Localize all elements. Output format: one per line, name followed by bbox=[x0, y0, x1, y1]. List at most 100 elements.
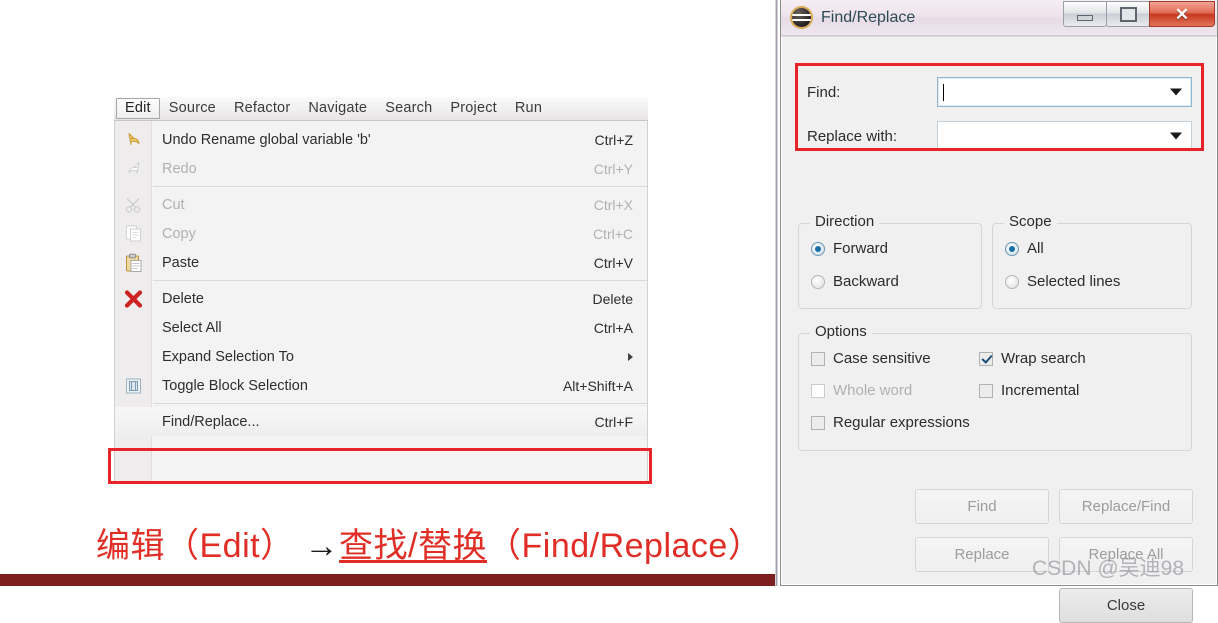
checkbox-case-sensitive-indicator bbox=[811, 351, 825, 366]
copy-pages-icon bbox=[121, 223, 146, 244]
checkbox-whole-word-indicator bbox=[811, 383, 825, 398]
eclipse-icon bbox=[792, 8, 811, 27]
menu-item-paste-label: Paste bbox=[162, 254, 200, 271]
menu-item-toggle-block-selection[interactable]: Toggle Block Selection Alt+Shift+A bbox=[115, 371, 647, 400]
checkbox-whole-word-label: Whole word bbox=[833, 382, 913, 399]
replace-find-button[interactable]: Replace/Find bbox=[1059, 489, 1193, 524]
checkbox-regular-expressions-indicator bbox=[811, 415, 825, 430]
replace-button[interactable]: Replace bbox=[915, 537, 1049, 572]
maximize-button[interactable] bbox=[1106, 1, 1150, 27]
find-field-row: Find: bbox=[807, 77, 1192, 107]
text-caret bbox=[943, 83, 944, 101]
chevron-down-icon[interactable] bbox=[1170, 88, 1182, 96]
clipboard-icon bbox=[121, 252, 146, 273]
checkbox-wrap-search[interactable]: Wrap search bbox=[979, 350, 1086, 367]
window-buttons: ✕ bbox=[1063, 1, 1215, 28]
radio-backward[interactable]: Backward bbox=[811, 273, 899, 290]
dialog-title: Find/Replace bbox=[821, 8, 916, 26]
menu-bar: Edit Source Refactor Navigate Search Pro… bbox=[114, 97, 648, 121]
menu-item-delete-accel: Delete bbox=[592, 290, 633, 307]
caption-part3: （Find/Replace） bbox=[487, 527, 763, 565]
menubar-item-navigate[interactable]: Navigate bbox=[299, 98, 376, 119]
menu-item-cut-label: Cut bbox=[162, 196, 185, 213]
close-button[interactable]: Close bbox=[1059, 588, 1193, 623]
checkbox-incremental-label: Incremental bbox=[1001, 382, 1080, 399]
checkbox-whole-word[interactable]: Whole word bbox=[811, 382, 912, 399]
checkbox-regular-expressions[interactable]: Regular expressions bbox=[811, 414, 970, 431]
dialog-titlebar[interactable]: Find/Replace ✕ bbox=[781, 0, 1217, 36]
red-x-icon bbox=[121, 288, 146, 309]
menu-item-paste[interactable]: Paste Ctrl+V bbox=[115, 248, 647, 277]
menu-item-copy[interactable]: Copy Ctrl+C bbox=[115, 219, 647, 248]
checkbox-incremental[interactable]: Incremental bbox=[979, 382, 1079, 399]
replace-input[interactable] bbox=[937, 121, 1192, 151]
menu-item-paste-accel: Ctrl+V bbox=[593, 254, 633, 271]
menu-item-toggle-block-selection-label: Toggle Block Selection bbox=[162, 377, 308, 394]
menu-item-expand-selection-to[interactable]: Expand Selection To bbox=[115, 342, 647, 371]
menu-separator-1 bbox=[153, 186, 647, 187]
options-group: Options Case sensitive Wrap search Whole… bbox=[798, 323, 1192, 451]
annotation-caption: 编辑（Edit） →查找/替换（Find/Replace） bbox=[96, 518, 762, 567]
radio-forward-indicator bbox=[811, 241, 825, 256]
radio-all[interactable]: All bbox=[1005, 240, 1044, 257]
chevron-right-icon bbox=[628, 352, 633, 361]
radio-selected-lines[interactable]: Selected lines bbox=[1005, 273, 1120, 290]
menubar-item-search[interactable]: Search bbox=[376, 98, 441, 119]
checkbox-regular-expressions-label: Regular expressions bbox=[833, 414, 970, 431]
menu-item-select-all[interactable]: Select All Ctrl+A bbox=[115, 313, 647, 342]
menu-item-copy-label: Copy bbox=[162, 225, 196, 242]
menu-item-cut[interactable]: Cut Ctrl+X bbox=[115, 190, 647, 219]
menu-item-select-all-accel: Ctrl+A bbox=[593, 319, 633, 336]
menu-item-redo[interactable]: Redo Ctrl+Y bbox=[115, 154, 647, 183]
menu-item-expand-selection-to-label: Expand Selection To bbox=[162, 348, 294, 365]
menu-item-cut-accel: Ctrl+X bbox=[593, 196, 633, 213]
bottom-red-band bbox=[0, 574, 777, 586]
menu-item-toggle-block-selection-accel: Alt+Shift+A bbox=[562, 377, 633, 394]
menubar-item-source[interactable]: Source bbox=[160, 98, 225, 119]
options-group-title: Options bbox=[810, 323, 872, 340]
menu-item-undo-accel: Ctrl+Z bbox=[594, 131, 634, 148]
replace-label: Replace with: bbox=[807, 127, 898, 145]
radio-backward-label: Backward bbox=[833, 273, 899, 290]
radio-selected-lines-label: Selected lines bbox=[1027, 273, 1121, 290]
menubar-item-refactor[interactable]: Refactor bbox=[225, 98, 299, 119]
pane-divider bbox=[775, 0, 778, 586]
edit-dropdown-menu: Undo Rename global variable 'b' Ctrl+Z R… bbox=[114, 121, 648, 483]
radio-backward-indicator bbox=[811, 274, 825, 289]
block-selection-icon bbox=[121, 375, 146, 396]
menu-item-select-all-label: Select All bbox=[162, 319, 222, 336]
close-icon: ✕ bbox=[1174, 4, 1190, 24]
radio-forward-label: Forward bbox=[833, 240, 889, 257]
menu-item-delete[interactable]: Delete Delete bbox=[115, 284, 647, 313]
caption-arrow: → bbox=[304, 527, 340, 565]
maximize-icon bbox=[1119, 6, 1137, 22]
radio-selected-lines-indicator bbox=[1005, 274, 1019, 289]
menubar-item-project[interactable]: Project bbox=[441, 98, 506, 119]
menubar-item-edit[interactable]: Edit bbox=[116, 98, 160, 119]
menu-item-delete-label: Delete bbox=[162, 290, 204, 307]
radio-forward[interactable]: Forward bbox=[811, 240, 888, 257]
find-button[interactable]: Find bbox=[915, 489, 1049, 524]
minimize-icon bbox=[1077, 14, 1093, 21]
menu-item-find-replace-accel: Ctrl+F bbox=[594, 413, 634, 430]
minimize-button[interactable] bbox=[1063, 1, 1107, 27]
replace-all-button[interactable]: Replace All bbox=[1059, 537, 1193, 572]
menu-item-find-replace-label: Find/Replace... bbox=[162, 413, 260, 430]
scope-group: Scope All Selected lines bbox=[992, 213, 1192, 309]
close-window-button[interactable]: ✕ bbox=[1149, 1, 1215, 27]
direction-group: Direction Forward Backward bbox=[798, 213, 982, 309]
menu-item-redo-accel: Ctrl+Y bbox=[593, 160, 633, 177]
checkbox-case-sensitive[interactable]: Case sensitive bbox=[811, 350, 931, 367]
scope-group-title: Scope bbox=[1004, 213, 1057, 230]
menu-item-find-replace[interactable]: Find/Replace... Ctrl+F bbox=[115, 407, 647, 436]
menubar-item-run[interactable]: Run bbox=[506, 98, 551, 119]
chevron-down-icon[interactable] bbox=[1170, 132, 1182, 140]
menu-separator-2 bbox=[153, 280, 647, 281]
find-input[interactable] bbox=[937, 77, 1192, 107]
menu-item-undo[interactable]: Undo Rename global variable 'b' Ctrl+Z bbox=[115, 125, 647, 154]
find-replace-dialog: Find/Replace ✕ Find: Replace with: Direc… bbox=[780, 0, 1218, 623]
find-label: Find: bbox=[807, 83, 841, 101]
checkbox-wrap-search-indicator bbox=[979, 351, 993, 366]
replace-field-row: Replace with: bbox=[807, 121, 1192, 151]
menu-item-redo-label: Redo bbox=[162, 160, 197, 177]
